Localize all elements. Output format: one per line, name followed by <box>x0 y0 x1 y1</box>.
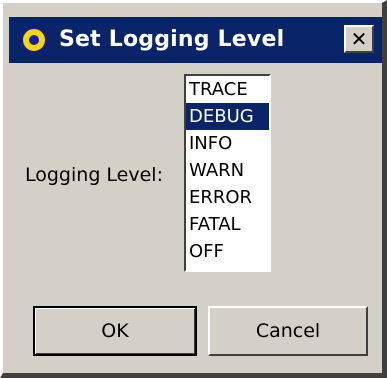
cancel-button-label: Cancel <box>255 320 321 342</box>
ok-button-label: OK <box>101 320 129 342</box>
logging-level-listbox[interactable]: TRACE DEBUG INFO WARN ERROR FATAL OFF <box>184 74 271 272</box>
list-item-info[interactable]: INFO <box>186 130 269 157</box>
list-item-error[interactable]: ERROR <box>186 184 269 211</box>
dialog-title: Set Logging Level <box>59 27 285 52</box>
set-logging-level-dialog: Set Logging Level ✕ Logging Level: TRACE… <box>0 0 387 378</box>
list-item-debug[interactable]: DEBUG <box>186 103 269 130</box>
list-item-fatal[interactable]: FATAL <box>186 211 269 238</box>
cancel-button[interactable]: Cancel <box>208 306 368 356</box>
list-item-warn[interactable]: WARN <box>186 157 269 184</box>
logging-level-label: Logging Level: <box>25 164 163 186</box>
close-button[interactable]: ✕ <box>344 25 374 53</box>
close-icon: ✕ <box>350 27 368 51</box>
app-logo-icon <box>21 27 47 53</box>
title-bar[interactable]: Set Logging Level ✕ <box>9 17 382 63</box>
list-item-off[interactable]: OFF <box>186 238 269 265</box>
ok-button[interactable]: OK <box>33 306 197 356</box>
list-item-trace[interactable]: TRACE <box>186 76 269 103</box>
